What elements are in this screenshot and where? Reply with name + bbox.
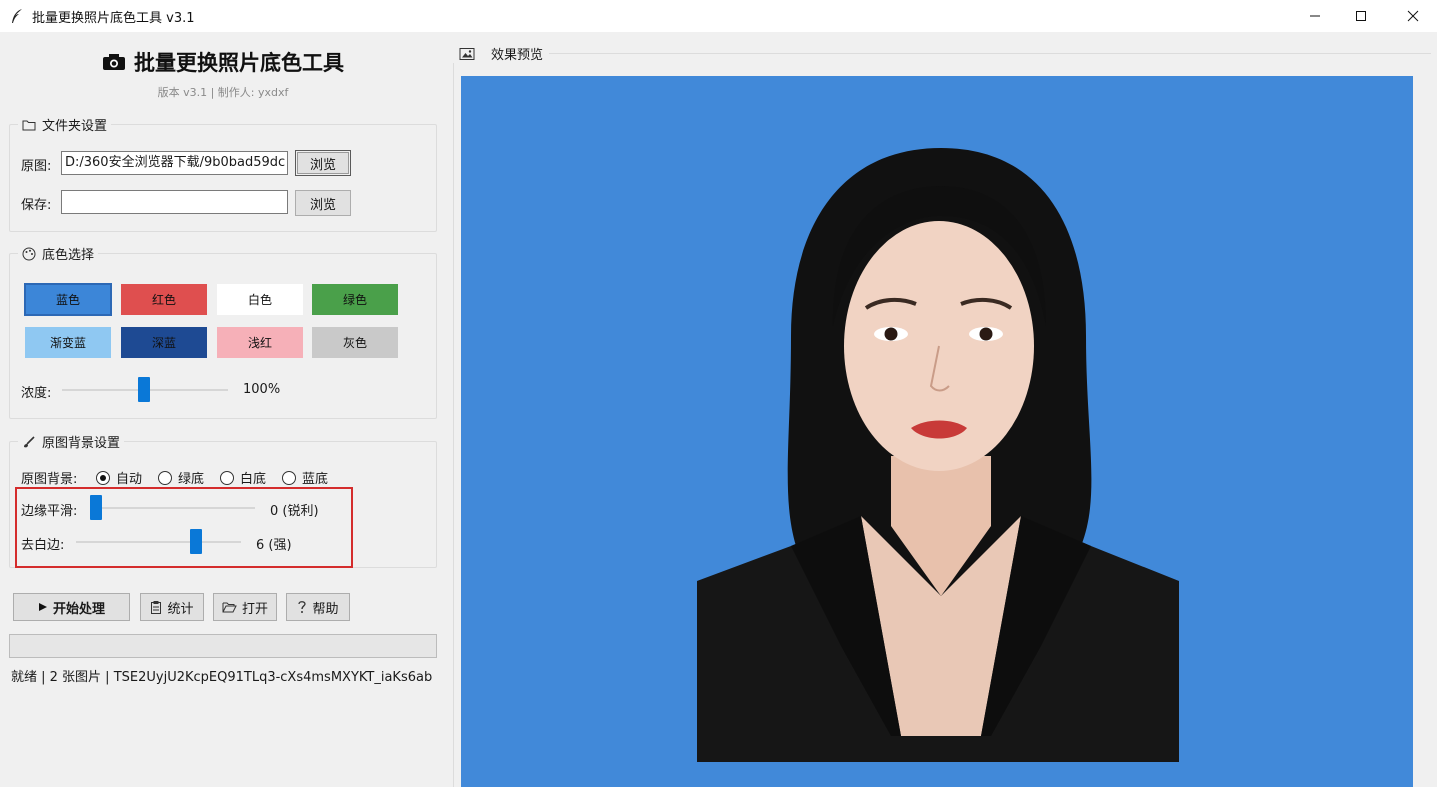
swatch-blue[interactable]: 蓝色 [24,283,112,316]
help-button[interactable]: 帮助 [286,593,350,621]
palette-icon [22,247,36,260]
source-path-input[interactable]: D:/360安全浏览器下载/9b0bad59dc [61,151,288,175]
minimize-button[interactable] [1290,0,1340,32]
color-select-label: 底色选择 [42,248,95,263]
folder-settings-label: 文件夹设置 [42,119,108,134]
swatch-white[interactable]: 白色 [217,284,303,315]
swatch-red[interactable]: 红色 [121,284,207,315]
density-label: 浓度: [21,386,52,401]
radio-circle [158,470,172,485]
page-title: 批量更换照片底色工具 [134,51,344,75]
window-titlebar: 批量更换照片底色工具 v3.1 [0,0,1437,32]
minimize-icon [1310,15,1320,17]
portrait-photo [697,148,1179,762]
app-heading: 批量更换照片底色工具 [0,47,446,77]
window-title: 批量更换照片底色工具 v3.1 [32,10,195,26]
radio-circle [220,470,234,485]
swatch-green[interactable]: 绿色 [312,284,398,315]
swatch-gradient-blue[interactable]: 渐变蓝 [25,327,111,358]
save-label: 保存: [21,198,52,213]
help-icon [298,601,307,613]
radio-white-label: 白底 [240,472,267,487]
radio-green[interactable]: 绿底 [158,468,204,487]
folder-settings-group: 文件夹设置 [9,115,437,232]
radio-circle [282,470,296,485]
image-icon [459,47,475,60]
bg-source-label: 原图背景: [21,472,78,487]
help-button-label: 帮助 [312,601,339,617]
color-select-title: 底色选择 [18,244,99,263]
maximize-icon [1356,11,1366,21]
open-folder-icon [222,602,237,613]
status-text: 就绪 | 2 张图片 | TSE2UyjU2KcpEQ91TLq3-cXs4ms… [11,670,433,685]
stats-button[interactable]: 统计 [140,593,204,621]
density-slider-thumb[interactable] [138,377,150,402]
radio-circle [96,470,110,485]
swatch-gray[interactable]: 灰色 [312,327,398,358]
camera-icon [103,54,125,70]
feather-icon [12,9,22,23]
bg-settings-title: 原图背景设置 [18,432,125,451]
radio-blue[interactable]: 蓝底 [282,468,328,487]
save-path-input[interactable] [61,190,288,214]
close-icon [1407,10,1419,22]
browse-source-button[interactable]: 浏览 [295,150,351,176]
swatch-light-red[interactable]: 浅红 [217,327,303,358]
radio-white[interactable]: 白底 [220,468,266,487]
radio-auto-label: 自动 [116,472,143,487]
radio-dot [100,474,106,481]
progress-bar [9,634,437,658]
close-button[interactable] [1388,0,1437,32]
radio-auto[interactable]: 自动 [96,468,142,487]
preview-title-label: 效果预览 [491,48,544,63]
clipboard-icon [151,601,162,614]
radio-green-label: 绿底 [178,472,205,487]
source-label: 原图: [21,159,52,174]
highlight-annotation [15,487,353,568]
browse-save-button[interactable]: 浏览 [295,190,351,216]
bg-settings-label: 原图背景设置 [42,436,121,451]
start-button-label: 开始处理 [52,601,105,617]
open-button-label: 打开 [241,601,268,617]
brush-icon [24,435,35,447]
play-icon [38,603,47,611]
preview-image [461,76,1413,787]
folder-settings-title: 文件夹设置 [18,115,112,134]
preview-title: 效果预览 [453,44,550,63]
version-text: 版本 v3.1 | 制作人: yxdxf [157,86,289,99]
density-value: 100% [243,382,281,397]
open-button[interactable]: 打开 [213,593,277,621]
folder-icon [22,120,36,130]
stats-button-label: 统计 [167,601,194,617]
start-button[interactable]: 开始处理 [13,593,130,621]
radio-blue-label: 蓝底 [302,472,329,487]
maximize-button[interactable] [1336,0,1386,32]
swatch-dark-blue[interactable]: 深蓝 [121,327,207,358]
